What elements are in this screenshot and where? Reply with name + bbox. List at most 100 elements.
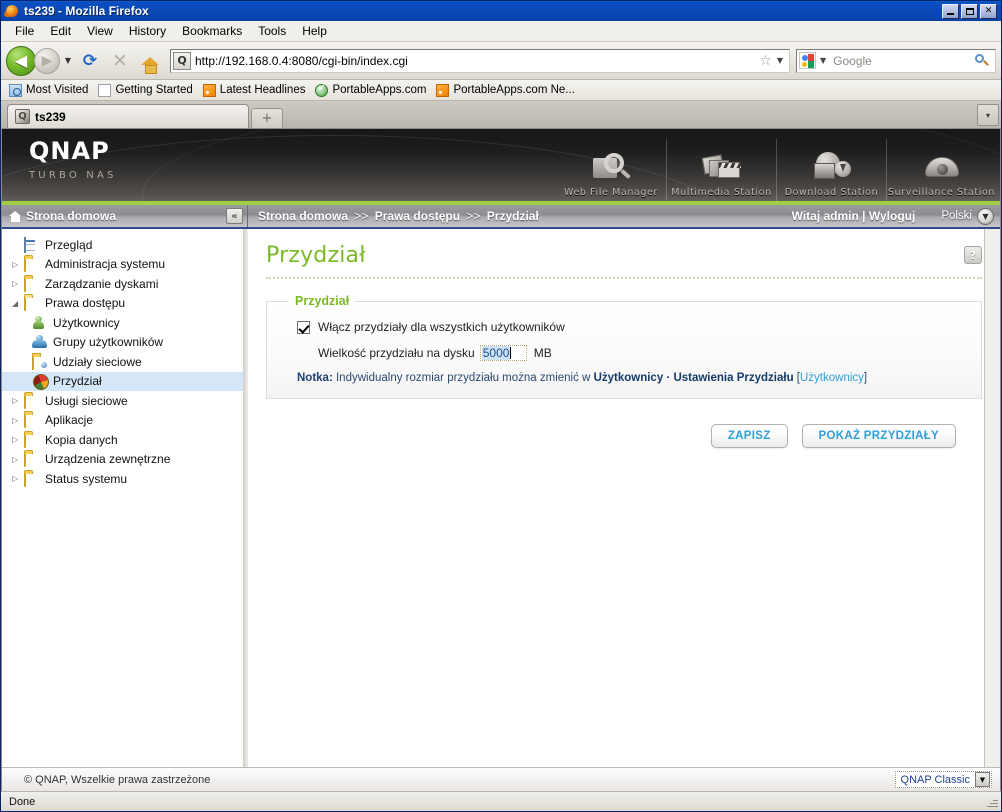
copyright-text: © QNAP, Wszelkie prawa zastrzeżone [24,773,211,786]
resize-grip[interactable] [985,795,999,809]
sidebar-item-kopia-danych[interactable]: ▷ Kopia danych [2,430,247,450]
menu-tools[interactable]: Tools [250,22,294,40]
chevron-down-icon[interactable]: ▼ [62,48,74,74]
breadcrumb-item-access-rights[interactable]: Prawa dostępu [375,209,460,223]
forward-button[interactable]: ▶ [34,47,60,74]
enable-quota-label: Włącz przydziały dla wszystkich użytkown… [318,320,565,334]
menu-edit[interactable]: Edit [42,22,79,40]
twisty-icon[interactable]: ▷ [12,435,24,444]
bookmark-star-icon[interactable]: ☆ [756,53,775,69]
folder-icon [24,412,41,429]
reload-icon[interactable]: ⟳ [76,47,104,75]
qnap-logo[interactable]: QNAP TURBO NAS [29,139,117,181]
collapse-sidebar-button[interactable]: « [226,208,243,224]
save-button[interactable]: ZAPISZ [710,424,788,448]
menu-file[interactable]: File [7,22,42,40]
breadcrumb-separator: >> [466,209,481,223]
help-button[interactable]: ? [964,246,982,264]
app-link-label: Surveillance Station [887,187,996,198]
app-link-multimedia-station[interactable]: Multimedia Station [666,139,776,201]
menu-bookmarks[interactable]: Bookmarks [174,22,250,40]
bookmark-latest-headlines[interactable]: Latest Headlines [202,83,305,97]
search-icon[interactable] [975,53,989,68]
home-icon[interactable] [136,47,164,75]
google-icon[interactable] [799,52,816,69]
close-button[interactable]: ✕ [980,3,997,19]
twisty-icon[interactable]: ▷ [12,455,24,464]
sidebar-item-urzadzenia-zewnetrzne[interactable]: ▷ Urządzenia zewnętrzne [2,450,247,470]
twisty-icon[interactable]: ▷ [12,396,24,405]
tab-ts239[interactable]: Q ts239 [7,104,249,128]
note-users-link[interactable]: Użytkownicy [800,372,864,384]
sidebar-item-label: Aplikacje [45,413,94,428]
enable-quota-checkbox[interactable] [297,320,310,334]
app-link-label: Multimedia Station [671,187,772,198]
menu-help[interactable]: Help [294,22,335,40]
app-link-surveillance-station[interactable]: Surveillance Station [886,139,996,201]
url-input[interactable]: http://192.168.0.4:8080/cgi-bin/index.cg… [195,54,756,68]
tab-bar: Q ts239 + ▾ [1,101,1001,129]
sidebar-item-uzytkownicy[interactable]: Użytkownicy [2,313,247,333]
sidebar-item-udzialy-sieciowe[interactable]: Udziały sieciowe [2,352,247,372]
sidebar-item-label: Prawa dostępu [45,296,126,311]
search-engine-chevron-icon[interactable]: ▼ [818,56,830,65]
folder-icon [24,431,41,448]
show-quotas-button[interactable]: POKAŻ PRZYDZIAŁY [801,424,956,448]
sidebar-tree: Przegląd ▷ Administracja systemu ▷ Zarzą… [2,229,248,767]
overview-icon [24,236,41,253]
action-buttons: ZAPISZ POKAŻ PRZYDZIAŁY [266,424,982,448]
twisty-icon[interactable]: ▷ [12,260,24,269]
welcome-logout[interactable]: Witaj admin | Wyloguj [792,209,942,223]
search-input[interactable]: Google [830,54,975,68]
chevron-down-icon[interactable]: ▼ [977,207,994,225]
twisty-icon[interactable]: ◢ [12,299,24,308]
sidebar-item-uslugi-sieciowe[interactable]: ▷ Usługi sieciowe [2,391,247,411]
sidebar-item-grupy-uzytkownikow[interactable]: Grupy użytkowników [2,333,247,353]
twisty-icon[interactable]: ▷ [12,416,24,425]
sidebar-item-administracja-systemu[interactable]: ▷ Administracja systemu [2,255,247,275]
breadcrumb-item-home[interactable]: Strona domowa [258,209,348,223]
menu-view[interactable]: View [79,22,121,40]
maximize-button[interactable] [961,3,978,19]
url-bar[interactable]: Q http://192.168.0.4:8080/cgi-bin/index.… [170,48,790,73]
browser-status-bar: Done [1,791,1001,811]
tab-list-chevron-icon[interactable]: ▾ [977,104,999,126]
bookmark-portableapps[interactable]: PortableApps.com [315,83,427,97]
status-text: Done [9,795,36,808]
chevron-down-icon[interactable]: ▼ [975,772,990,787]
sidebar-item-przydzial[interactable]: Przydział [2,371,247,391]
bookmark-getting-started[interactable]: Getting Started [98,83,193,97]
bookmark-portableapps-news[interactable]: PortableApps.com Ne... [436,83,575,97]
search-bar[interactable]: ▼ Google [796,48,996,73]
minimize-button[interactable] [942,3,959,19]
quota-size-input[interactable]: 5000 [479,345,527,361]
breadcrumb-item-quota[interactable]: Przydział [487,209,539,223]
browser-window: ts239 - Mozilla Firefox ✕ File Edit View… [0,0,1002,812]
sidebar-item-zarzadzanie-dyskami[interactable]: ▷ Zarządzanie dyskami [2,274,247,294]
enable-quota-row[interactable]: Włącz przydziały dla wszystkich użytkown… [267,320,981,334]
folder-icon [24,256,41,273]
home-panel-header[interactable]: Strona domowa « [2,205,248,227]
back-button[interactable]: ◀ [6,45,36,76]
chevron-down-icon[interactable]: ▼ [775,56,787,65]
sidebar-item-status-systemu[interactable]: ▷ Status systemu [2,469,247,489]
banner-accent-bar [2,201,1000,205]
stop-icon[interactable]: ✕ [106,47,134,75]
sidebar-item-aplikacje[interactable]: ▷ Aplikacje [2,411,247,431]
page-scrollbar[interactable] [984,229,1000,767]
twisty-icon[interactable]: ▷ [12,474,24,483]
new-tab-button[interactable]: + [251,108,283,128]
folder-icon [24,451,41,468]
theme-select[interactable]: QNAP Classic ▼ [894,771,992,788]
bookmark-label: PortableApps.com [332,84,427,96]
sidebar-item-prawa-dostepu[interactable]: ◢ Prawa dostępu [2,294,247,314]
content-header: Przydział ? [266,243,982,279]
app-link-download-station[interactable]: Download Station [776,139,886,201]
twisty-icon[interactable]: ▷ [12,279,24,288]
sidebar-item-przeglad[interactable]: Przegląd [2,235,247,255]
app-link-web-file-manager[interactable]: Web File Manager [556,139,666,201]
tab-label: ts239 [35,109,66,124]
language-selector[interactable]: Polski ▼ [941,207,994,225]
bookmark-most-visited[interactable]: Most Visited [9,83,88,97]
menu-history[interactable]: History [121,22,174,40]
